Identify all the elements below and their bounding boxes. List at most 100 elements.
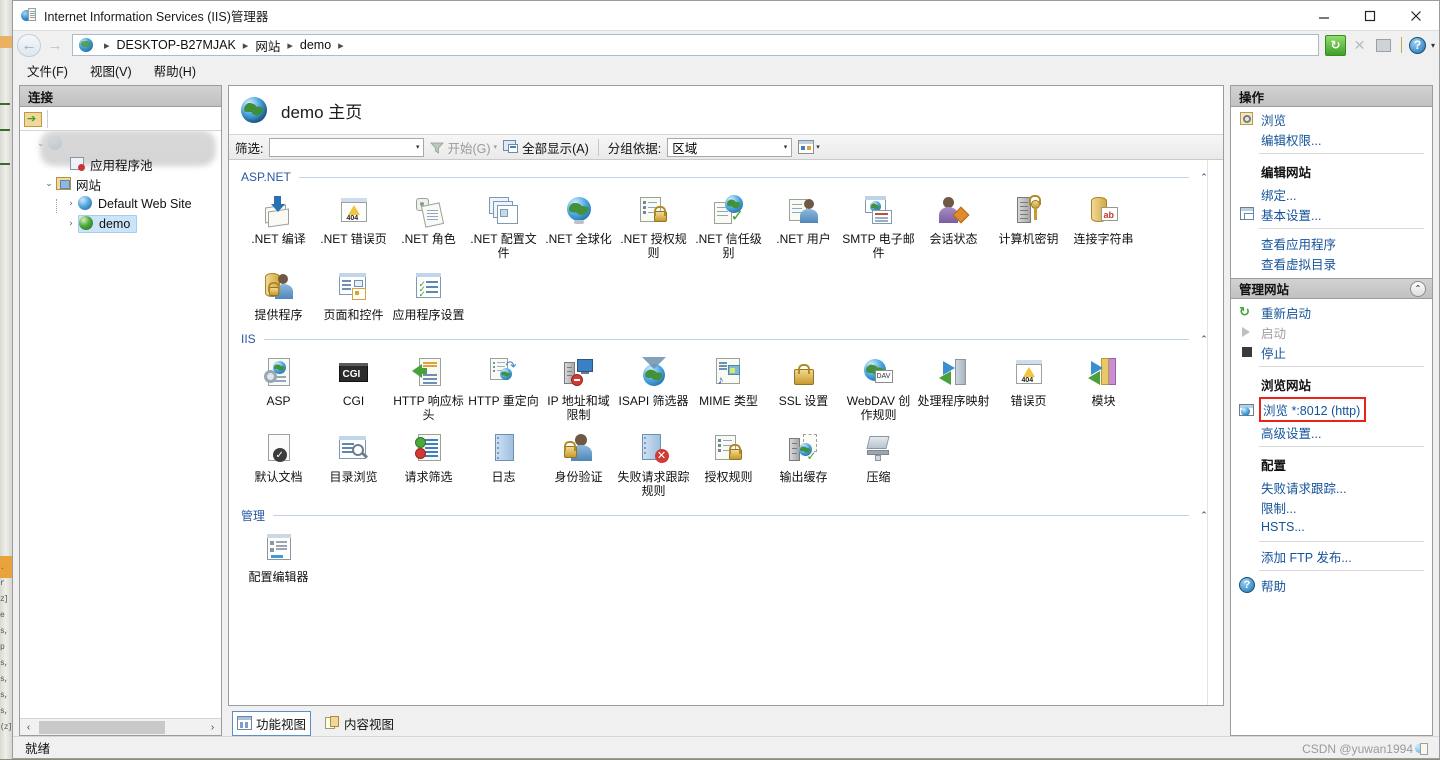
feature-tile[interactable]: 配置编辑器 [241, 528, 316, 590]
feature-tile[interactable]: .NET 编译 [241, 190, 316, 266]
tree-node-default-web-site[interactable]: › Default Web Site [20, 194, 221, 214]
feature-tile[interactable]: ✓ 默认文档 [241, 428, 316, 504]
menu-file[interactable]: 文件(F) [27, 61, 68, 80]
tree-twisty-icon[interactable]: › [64, 199, 78, 209]
action-label[interactable]: 浏览 *:8012 (http) [1263, 400, 1360, 419]
breadcrumb-server[interactable]: DESKTOP-B27MJAK [117, 38, 236, 52]
connections-horizontal-scrollbar[interactable]: ‹ › [20, 718, 221, 735]
chevron-down-icon[interactable]: ▾ [784, 143, 788, 151]
feature-tile[interactable]: 模块 [1066, 352, 1141, 428]
feature-tile[interactable]: HTTP 响应标头 [391, 352, 466, 428]
feature-tile[interactable]: 压缩 [841, 428, 916, 504]
home-icon[interactable] [1373, 35, 1394, 56]
action-help[interactable]: ? 帮助 [1231, 575, 1432, 595]
action-advanced-settings[interactable]: 高级设置... [1231, 422, 1432, 442]
feature-tile[interactable]: 计算机密钥 [991, 190, 1066, 266]
action-edit-permissions[interactable]: 编辑权限... [1231, 129, 1432, 149]
scroll-left-icon[interactable]: ‹ [20, 719, 37, 735]
action-add-ftp-publishing[interactable]: 添加 FTP 发布... [1231, 546, 1432, 566]
feature-tile[interactable]: ✓ 输出缓存 [766, 428, 841, 504]
feature-tile[interactable]: SSL 设置 [766, 352, 841, 428]
feature-tile[interactable]: 404 错误页 [991, 352, 1066, 428]
feature-tile[interactable]: ✓ .NET 信任级别 [691, 190, 766, 266]
feature-tile[interactable]: .NET 授权规则 [616, 190, 691, 266]
tab-content-view[interactable]: 内容视图 [321, 712, 398, 735]
scroll-thumb[interactable] [39, 721, 165, 734]
feature-tile[interactable]: .NET 全球化 [541, 190, 616, 266]
tree-node-application-pools[interactable]: 应用程序池 [20, 154, 221, 174]
feature-tile[interactable]: ↷ HTTP 重定向 [466, 352, 541, 428]
action-browse[interactable]: 浏览 [1231, 109, 1432, 129]
help-icon[interactable]: ? [1409, 37, 1426, 54]
tree-twisty-icon[interactable]: ⌄ [42, 179, 56, 189]
tab-features-view[interactable]: 功能视图 [232, 711, 311, 736]
stop-icon[interactable]: ✕ [1349, 35, 1370, 56]
breadcrumb[interactable]: ▸ DESKTOP-B27MJAK ▸ 网站 ▸ demo ▸ [72, 34, 1319, 56]
forward-button[interactable]: → [42, 33, 68, 57]
tree-twisty-icon[interactable]: › [64, 219, 78, 229]
feature-tile[interactable]: .NET 用户 [766, 190, 841, 266]
feature-tile[interactable]: 页面和控件 [316, 266, 391, 328]
action-label: 基本设置... [1261, 205, 1321, 224]
feature-tile[interactable]: 身份验证 [541, 428, 616, 504]
scroll-track[interactable] [37, 720, 204, 735]
feature-tile[interactable]: 目录浏览 [316, 428, 391, 504]
chevron-down-icon[interactable]: ▾ [494, 143, 498, 151]
action-basic-settings[interactable]: 基本设置... [1231, 204, 1432, 224]
action-restart[interactable]: ↻ 重新启动 [1231, 302, 1432, 322]
feature-tile[interactable]: 授权规则 [691, 428, 766, 504]
chevron-down-icon[interactable]: ▾ [416, 143, 420, 151]
action-view-applications[interactable]: 查看应用程序 [1231, 233, 1432, 253]
feature-tile[interactable]: 会话状态 [916, 190, 991, 266]
scroll-right-icon[interactable]: › [204, 719, 221, 735]
feature-tile[interactable]: 404 .NET 错误页 [316, 190, 391, 266]
tree-node-server[interactable]: ⌄ [20, 134, 221, 154]
connect-to-server-icon[interactable]: ➔ [24, 111, 42, 127]
feature-tile[interactable]: ✓ ✓ ✓ 应用程序设置 [391, 266, 466, 328]
feature-tile[interactable]: 处理程序映射 [916, 352, 991, 428]
show-all-button[interactable]: 全部显示(A) [503, 138, 589, 157]
feature-tile[interactable]: .NET 角色 [391, 190, 466, 266]
features-vertical-scrollbar[interactable] [1207, 160, 1223, 705]
feature-tile[interactable]: 请求筛选 [391, 428, 466, 504]
breadcrumb-site[interactable]: demo [300, 38, 331, 52]
filter-input[interactable]: ▾ [269, 138, 424, 157]
help-dropdown-caret-icon[interactable]: ▾ [1431, 41, 1435, 50]
action-hsts[interactable]: HSTS... [1231, 517, 1432, 537]
maximize-button[interactable] [1347, 1, 1393, 30]
tree-node-demo[interactable]: › demo [20, 214, 221, 234]
action-bindings[interactable]: 绑定... [1231, 184, 1432, 204]
feature-tile[interactable]: .NET 配置文件 [466, 190, 541, 266]
back-button[interactable]: ← [17, 34, 41, 57]
feature-tile[interactable]: ASP [241, 352, 316, 428]
menu-view[interactable]: 视图(V) [90, 61, 132, 80]
refresh-icon[interactable]: ↻ [1325, 35, 1346, 56]
action-browse-site-binding[interactable]: 浏览 *:8012 (http) [1231, 397, 1432, 422]
group-by-select[interactable]: 区域 ▾ [667, 138, 792, 157]
feature-tile[interactable]: 日志 [466, 428, 541, 504]
action-failed-request-tracing[interactable]: 失败请求跟踪... [1231, 477, 1432, 497]
feature-tile[interactable]: ✕ 失败请求跟踪规则 [616, 428, 691, 504]
close-button[interactable] [1393, 1, 1439, 30]
feature-tile[interactable]: 提供程序 [241, 266, 316, 328]
feature-tile[interactable]: ♪ MIME 类型 [691, 352, 766, 428]
collapse-chevron-icon[interactable]: ⌃ [1410, 281, 1426, 297]
tree-node-sites[interactable]: ⌄ 网站 [20, 174, 221, 194]
feature-tile[interactable]: CGI CGI [316, 352, 391, 428]
menu-help[interactable]: 帮助(H) [154, 61, 196, 80]
feature-tile[interactable]: IP 地址和域限制 [541, 352, 616, 428]
action-start[interactable]: 启动 [1231, 322, 1432, 342]
minimize-button[interactable] [1301, 1, 1347, 30]
action-stop[interactable]: 停止 [1231, 342, 1432, 362]
breadcrumb-sites[interactable]: 网站 [255, 36, 280, 55]
connections-tree[interactable]: ⌄ 应用程序池 ⌄ 网站 › [20, 131, 221, 718]
view-mode-button[interactable]: ▾ [798, 140, 820, 154]
feature-tile[interactable]: SMTP 电子邮件 [841, 190, 916, 266]
action-limits[interactable]: 限制... [1231, 497, 1432, 517]
feature-tile[interactable]: ISAPI 筛选器 [616, 352, 691, 428]
action-view-virtual-directories[interactable]: 查看虚拟目录 [1231, 253, 1432, 273]
feature-tile[interactable]: DAV WebDAV 创作规则 [841, 352, 916, 428]
filter-go-button[interactable]: 开始(G) ▾ [430, 138, 497, 157]
chevron-down-icon[interactable]: ▾ [816, 143, 820, 151]
feature-tile[interactable]: ab 连接字符串 [1066, 190, 1141, 266]
